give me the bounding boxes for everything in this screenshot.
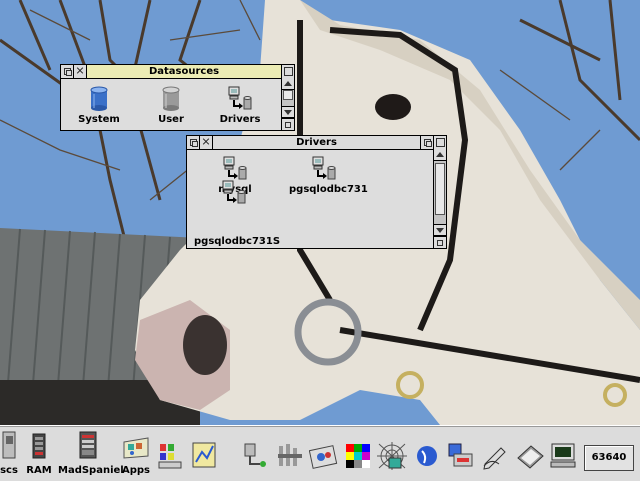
scroll-up-icon[interactable] bbox=[434, 149, 446, 161]
database-blue-icon bbox=[90, 86, 108, 111]
drivers-titlebar[interactable]: Drivers bbox=[187, 136, 446, 150]
datasources-window[interactable]: Datasources System User Drivers bbox=[60, 64, 295, 131]
palette-app-icon[interactable] bbox=[344, 442, 372, 470]
apps-folder-icon bbox=[123, 437, 149, 459]
drivers-workarea: mysql pgsqlodbc731 pgsqlodbc731S bbox=[187, 150, 433, 248]
icon-label: System bbox=[78, 114, 120, 125]
clock-display[interactable]: 63640 bbox=[584, 445, 634, 471]
scrollbar-thumb[interactable] bbox=[435, 163, 445, 215]
resize-icon[interactable] bbox=[434, 236, 446, 248]
icon-label: pgsqlodbc731S bbox=[194, 236, 281, 247]
paint-app-icon[interactable] bbox=[309, 442, 339, 470]
driver-pgsqlodbc731s[interactable]: pgsqlodbc731S bbox=[194, 180, 281, 247]
resize-icon[interactable] bbox=[282, 118, 294, 130]
iconbar-floppy[interactable]: scs bbox=[0, 430, 18, 476]
toggle-size-icon[interactable] bbox=[433, 136, 446, 149]
iconbar-apps[interactable]: Apps bbox=[121, 430, 151, 476]
computer-app-icon[interactable] bbox=[549, 442, 577, 470]
driver-computer-icon bbox=[223, 156, 247, 180]
scroll-down-icon[interactable] bbox=[434, 224, 446, 236]
close-icon[interactable] bbox=[74, 65, 87, 78]
window-title[interactable]: Datasources bbox=[87, 65, 281, 78]
vertical-scrollbar[interactable] bbox=[281, 78, 294, 130]
window-title[interactable]: Drivers bbox=[213, 136, 420, 149]
back-icon[interactable] bbox=[420, 136, 433, 149]
harddisc-icon bbox=[79, 431, 97, 459]
datasource-system[interactable]: System bbox=[64, 86, 134, 125]
edit-app-icon[interactable] bbox=[481, 442, 509, 470]
iconbar-label: RAM bbox=[26, 465, 52, 476]
iconbar-label: Apps bbox=[121, 465, 150, 476]
scroll-up-icon[interactable] bbox=[282, 78, 294, 90]
iconbar-label: MadSpaniel bbox=[58, 465, 124, 476]
driver-computer-icon bbox=[228, 86, 252, 110]
driver-pgsqlodbc731[interactable]: pgsqlodbc731 bbox=[289, 156, 368, 195]
iconbar-label: scs bbox=[0, 465, 18, 476]
datasources-workarea: System User Drivers bbox=[61, 79, 281, 130]
icon-label: Drivers bbox=[219, 114, 261, 125]
database-grey-icon bbox=[162, 86, 180, 111]
driver-computer-icon bbox=[222, 180, 246, 204]
printer-app-icon[interactable] bbox=[446, 442, 474, 470]
drivers-window[interactable]: Drivers mysql pgsqlodbc731 pgsqlodbc731S bbox=[186, 135, 447, 249]
icon-label: User bbox=[158, 114, 184, 125]
vertical-scrollbar[interactable] bbox=[433, 149, 446, 248]
toggle-size-icon[interactable] bbox=[281, 65, 294, 78]
ram-disc-icon bbox=[32, 433, 46, 459]
close-icon[interactable] bbox=[200, 136, 213, 149]
back-icon[interactable] bbox=[61, 65, 74, 78]
scroll-down-icon[interactable] bbox=[282, 106, 294, 118]
datasource-user[interactable]: User bbox=[136, 86, 206, 125]
web-app-icon[interactable] bbox=[377, 442, 407, 470]
datasources-titlebar[interactable]: Datasources bbox=[61, 65, 294, 79]
floppy-disc-icon bbox=[2, 431, 16, 459]
stats-app-icon[interactable] bbox=[157, 442, 183, 470]
disc-tool-app-icon[interactable] bbox=[515, 442, 545, 470]
draw-app-icon[interactable] bbox=[192, 442, 216, 468]
iconbar-ram[interactable]: RAM bbox=[24, 430, 54, 476]
iconbar-madspaniel[interactable]: MadSpaniel bbox=[58, 430, 124, 476]
network-app-icon[interactable] bbox=[242, 442, 270, 470]
equalizer-app-icon[interactable] bbox=[276, 442, 304, 470]
scrollbar-thumb[interactable] bbox=[283, 90, 293, 100]
datasource-drivers[interactable]: Drivers bbox=[205, 86, 275, 125]
driver-computer-icon bbox=[312, 156, 336, 180]
icon-label: pgsqlodbc731 bbox=[289, 184, 368, 195]
globe-app-icon[interactable] bbox=[415, 443, 439, 469]
back-icon[interactable] bbox=[187, 136, 200, 149]
